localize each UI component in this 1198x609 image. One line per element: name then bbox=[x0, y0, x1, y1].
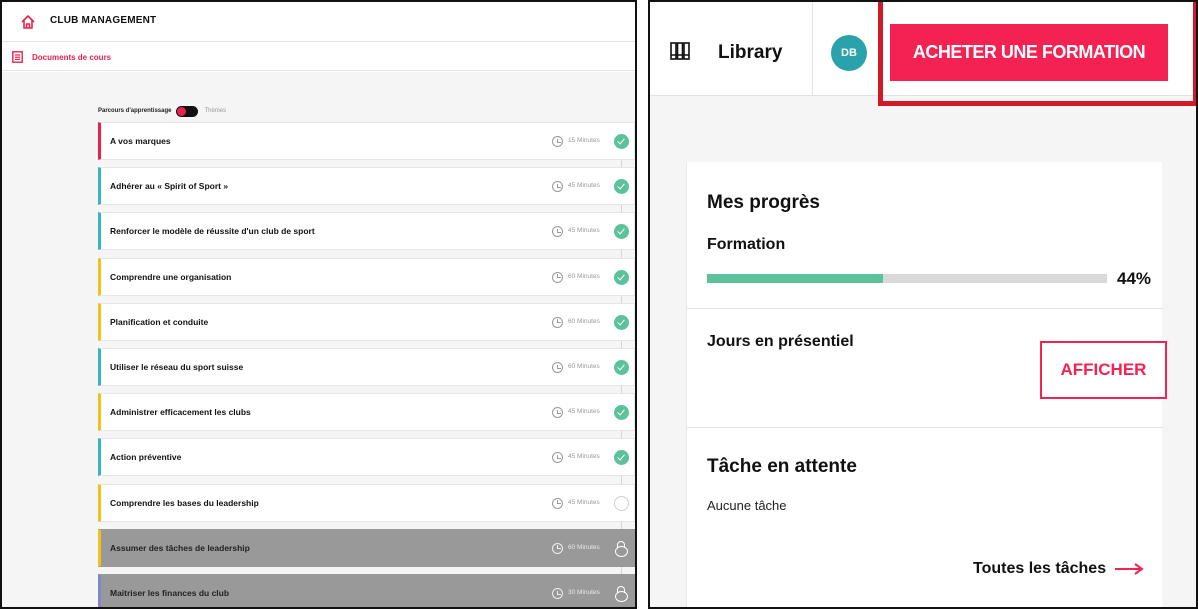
progress-subtitle: Formation bbox=[707, 236, 786, 253]
clock-icon bbox=[552, 226, 563, 238]
check-icon bbox=[614, 134, 629, 149]
lesson-duration: 45 Minutes bbox=[568, 408, 600, 416]
lesson-row[interactable]: A vos marques 15 Minutes bbox=[98, 122, 635, 160]
progress-percent: 44% bbox=[1117, 269, 1152, 288]
lesson-row[interactable]: Comprendre les bases du leadership 45 Min… bbox=[98, 483, 635, 522]
clock-icon bbox=[552, 452, 563, 464]
buy-training-button[interactable]: ACHETER UNE FORMATION bbox=[890, 24, 1168, 81]
arrow-right-icon bbox=[1115, 563, 1144, 575]
no-tasks-text: Aucune tâche bbox=[707, 498, 787, 513]
lesson-title: A vos marques bbox=[110, 136, 171, 146]
toggle-label-themes[interactable]: Thèmes bbox=[204, 108, 226, 114]
lesson-title: Renforcer le modèle de réussite d'un clu… bbox=[110, 226, 315, 237]
show-button[interactable]: AFFICHER bbox=[1040, 341, 1167, 399]
dashboard-card: Mes progrès Formation 44% Jours en prése… bbox=[686, 162, 1167, 607]
pending-circle-icon bbox=[614, 495, 629, 511]
progress-section: Mes progrès Formation 44% bbox=[687, 162, 1163, 309]
progress-title: Mes progrès bbox=[707, 192, 820, 213]
document-icon[interactable] bbox=[12, 51, 23, 63]
all-tasks-label: Toutes les tâches bbox=[973, 560, 1107, 577]
check-icon bbox=[614, 360, 629, 375]
clock-icon bbox=[552, 588, 563, 599]
lesson-row[interactable]: Renforcer le modèle de réussite d'un clu… bbox=[98, 212, 635, 251]
lesson-title: Assumer des tâches de leadership bbox=[110, 542, 250, 553]
clock-icon bbox=[552, 271, 563, 283]
toggle-label-learning-path[interactable]: Parcours d'apprentissage bbox=[98, 108, 171, 114]
library-link[interactable]: Library bbox=[718, 42, 782, 64]
lesson-row[interactable]: Action préventive 45 Minutes bbox=[98, 438, 635, 477]
clock-icon bbox=[552, 181, 563, 193]
check-icon bbox=[614, 179, 629, 195]
lock-icon bbox=[614, 586, 629, 602]
course-panel: CLUB MANAGEMENT Documents de cours Parco… bbox=[0, 0, 637, 609]
lesson-title: Comprendre une organisation bbox=[110, 271, 232, 282]
check-icon bbox=[614, 450, 629, 466]
lesson-duration: 60 Minutes bbox=[568, 363, 600, 370]
view-toggle: Parcours d'apprentissage Thèmes bbox=[98, 105, 226, 117]
course-title: CLUB MANAGEMENT bbox=[50, 15, 157, 26]
lesson-row[interactable]: Adhérer au « Spirit of Sport » 45 Minutes bbox=[98, 167, 635, 206]
clock-icon bbox=[552, 136, 563, 147]
home-icon[interactable] bbox=[20, 14, 36, 30]
lesson-title: Action préventive bbox=[110, 452, 182, 463]
lesson-duration: 45 Minutes bbox=[568, 227, 600, 235]
lesson-duration: 60 Minutes bbox=[568, 317, 600, 325]
toggle-knob bbox=[177, 106, 187, 116]
lesson-title: Administrer efficacement les clubs bbox=[110, 407, 251, 418]
course-header: CLUB MANAGEMENT bbox=[2, 2, 635, 42]
lesson-title: Maitriser les finances du club bbox=[110, 588, 230, 598]
lesson-row[interactable]: Maitriser les finances du club 30 Minutes bbox=[98, 574, 635, 607]
lesson-duration: 45 Minutes bbox=[568, 498, 600, 506]
check-icon bbox=[614, 405, 629, 421]
check-icon bbox=[614, 314, 629, 330]
lesson-row[interactable]: Assumer des tâches de leadership 60 Minut… bbox=[98, 528, 635, 567]
progress-bar-fill bbox=[707, 274, 883, 283]
topbar-divider bbox=[812, 2, 813, 96]
pending-tasks-title: Tâche en attente bbox=[707, 456, 857, 477]
clock-icon bbox=[552, 542, 563, 554]
lesson-duration: 45 Minutes bbox=[568, 182, 600, 190]
clock-icon bbox=[552, 407, 563, 419]
lesson-row[interactable]: Utiliser le réseau du sport suisse 60 Min… bbox=[98, 348, 635, 386]
clock-icon bbox=[552, 497, 563, 509]
lesson-duration: 30 Minutes bbox=[568, 589, 600, 596]
clock-icon bbox=[552, 316, 563, 328]
check-icon bbox=[614, 224, 629, 240]
attendance-days-title: Jours en présentiel bbox=[707, 333, 854, 350]
attendance-days-section: Jours en présentiel AFFICHER bbox=[687, 309, 1167, 428]
lesson-duration: 45 Minutes bbox=[568, 453, 600, 461]
clock-icon bbox=[552, 362, 563, 373]
view-toggle-switch[interactable] bbox=[176, 105, 199, 117]
docs-bar: Documents de cours bbox=[2, 43, 635, 71]
course-documents-link[interactable]: Documents de cours bbox=[32, 53, 111, 62]
lesson-title: Adhérer au « Spirit of Sport » bbox=[110, 181, 229, 192]
lock-icon bbox=[614, 540, 629, 557]
dashboard-panel: Library DB ACHETER UNE FORMATION Mes pro… bbox=[648, 0, 1198, 609]
all-tasks-link[interactable]: Toutes les tâches bbox=[973, 560, 1144, 578]
lesson-title: Utiliser le réseau du sport suisse bbox=[110, 362, 244, 372]
progress-bar bbox=[707, 274, 1107, 283]
lesson-duration: 60 Minutes bbox=[568, 272, 600, 280]
lesson-duration: 60 Minutes bbox=[568, 543, 600, 551]
library-icon[interactable] bbox=[670, 42, 690, 60]
avatar[interactable]: DB bbox=[831, 35, 867, 71]
lesson-title: Comprendre les bases du leadership bbox=[110, 497, 259, 508]
lesson-duration: 15 Minutes bbox=[568, 137, 600, 144]
lesson-row[interactable]: Administrer efficacement les clubs 45 Min… bbox=[98, 393, 635, 432]
check-icon bbox=[614, 269, 629, 285]
top-bar: Library DB ACHETER UNE FORMATION bbox=[650, 2, 1196, 106]
lesson-row[interactable]: Planification et conduite 60 Minutes bbox=[98, 302, 635, 341]
lesson-row[interactable]: Comprendre une organisation 60 Minutes bbox=[98, 257, 635, 296]
pending-tasks-section: Tâche en attente Aucune tâche Toutes les… bbox=[687, 428, 1163, 607]
lesson-title: Planification et conduite bbox=[110, 316, 209, 327]
